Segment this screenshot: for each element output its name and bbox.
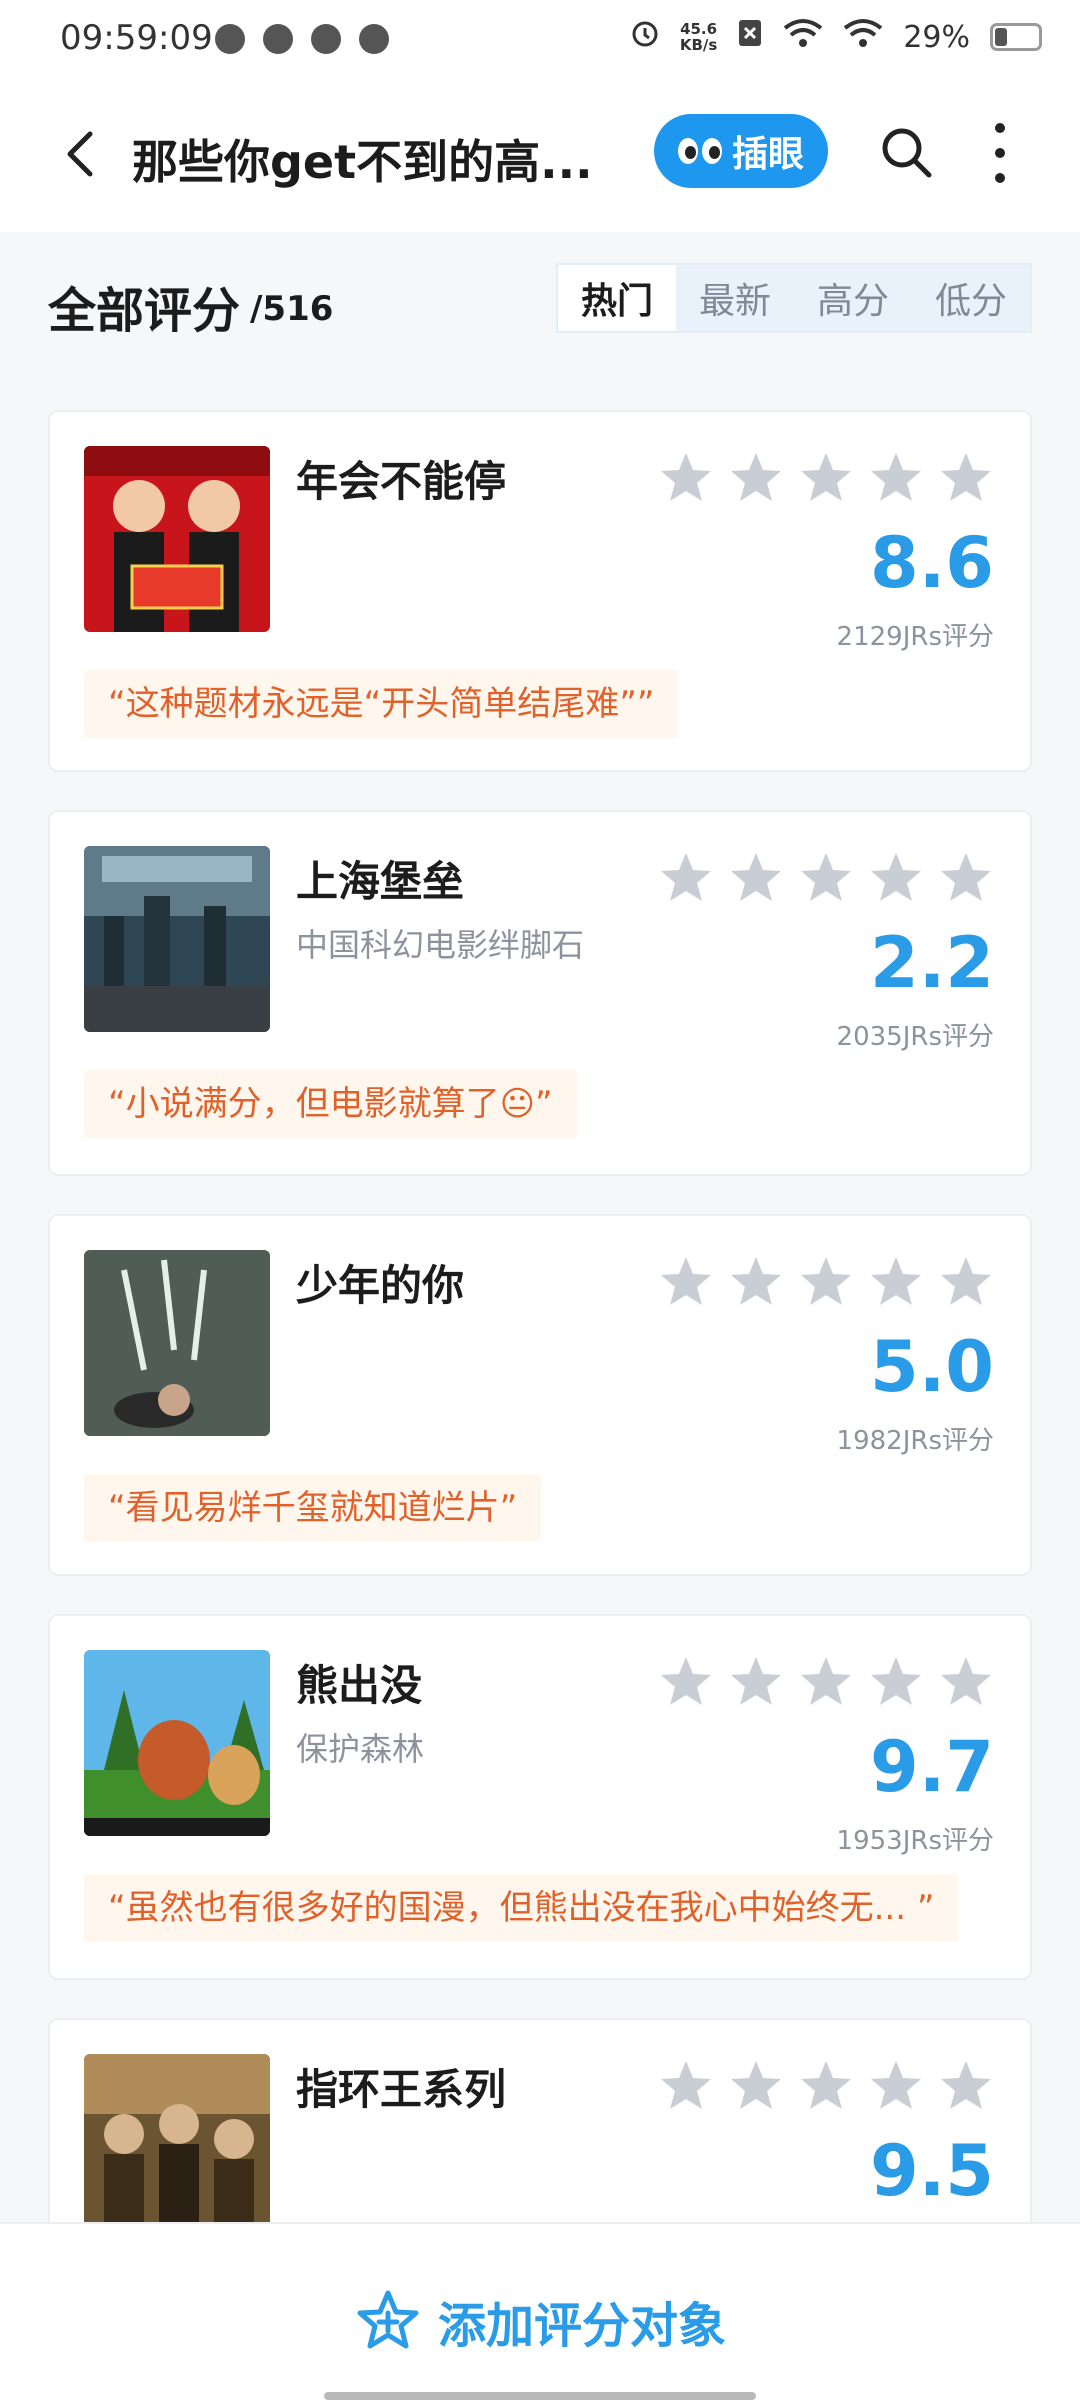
- peek-button[interactable]: 插眼: [654, 114, 828, 188]
- system-icons: 45.6 KB/s 29%: [630, 18, 1042, 56]
- rater-count: 1982JRs评分: [836, 1426, 994, 1456]
- star-rating[interactable]: [658, 450, 994, 506]
- rating-card[interactable]: 年会不能停 8.6 2129JRs评分 “这种题材永远是“开头简单结尾难””: [48, 410, 1032, 772]
- star-icon[interactable]: [798, 850, 854, 906]
- back-icon[interactable]: [52, 124, 112, 184]
- star-rating[interactable]: [658, 1654, 994, 1710]
- app-icon: [311, 24, 341, 54]
- star-icon[interactable]: [868, 2058, 924, 2114]
- rating-card[interactable]: 少年的你 5.0 1982JRs评分 “看见易烊千玺就知道烂片”: [48, 1214, 1032, 1576]
- wifi-icon: [843, 18, 883, 56]
- home-indicator[interactable]: [324, 2392, 756, 2400]
- star-icon[interactable]: [868, 1654, 924, 1710]
- rating-card[interactable]: 上海堡垒 中国科幻电影绊脚石 2.2 2035JRs评分 “小说满分，但电影就算…: [48, 810, 1032, 1176]
- item-title: 指环王系列: [296, 2065, 507, 2114]
- star-icon[interactable]: [938, 850, 994, 906]
- score: 8.6: [869, 522, 994, 604]
- star-icon[interactable]: [798, 450, 854, 506]
- page-title: 那些你get不到的高...: [132, 135, 593, 189]
- sim-off-icon: [737, 18, 763, 56]
- tab-hot[interactable]: 热门: [558, 265, 676, 331]
- star-icon[interactable]: [798, 1654, 854, 1710]
- bottom-action-bar: 添加评分对象: [0, 2222, 1080, 2408]
- star-icon[interactable]: [798, 1254, 854, 1310]
- star-icon[interactable]: [868, 1254, 924, 1310]
- star-rating[interactable]: [658, 850, 994, 906]
- item-title: 熊出没: [296, 1661, 423, 1710]
- star-icon[interactable]: [728, 2058, 784, 2114]
- status-bar: 09:59:09 45.6 KB/s 29%: [0, 0, 1080, 82]
- star-rating[interactable]: [658, 1254, 994, 1310]
- star-icon[interactable]: [658, 1654, 714, 1710]
- star-icon[interactable]: [728, 1654, 784, 1710]
- star-icon[interactable]: [658, 1254, 714, 1310]
- item-subtitle: 中国科幻电影绊脚石: [296, 926, 585, 964]
- star-icon[interactable]: [938, 450, 994, 506]
- star-icon[interactable]: [728, 450, 784, 506]
- play-icon: [263, 24, 293, 54]
- score: 5.0: [869, 1326, 994, 1408]
- alarm-icon: [630, 18, 660, 56]
- rater-count: 1953JRs评分: [836, 1826, 994, 1856]
- top-nav: 那些你get不到的高... 插眼: [0, 82, 1080, 232]
- star-icon[interactable]: [658, 2058, 714, 2114]
- star-icon[interactable]: [728, 850, 784, 906]
- score: 9.5: [869, 2130, 994, 2212]
- item-subtitle: 保护森林: [296, 1730, 425, 1768]
- message-icon: [359, 24, 389, 54]
- section-title: 全部评分: [48, 283, 241, 339]
- star-icon[interactable]: [938, 1654, 994, 1710]
- add-star-icon: [357, 2290, 419, 2349]
- star-icon[interactable]: [938, 2058, 994, 2114]
- poster-image: [84, 846, 270, 1032]
- rater-count: 2035JRs评分: [836, 1022, 994, 1052]
- rating-card[interactable]: 熊出没 保护森林 9.7 1953JRs评分 “虽然也有很多好的国漫，但熊出没在…: [48, 1614, 1032, 1980]
- notification-icons: [215, 24, 389, 54]
- sort-tabs: 热门 最新 高分 低分: [556, 263, 1032, 333]
- rater-count: 2129JRs评分: [836, 622, 994, 652]
- search-icon[interactable]: [876, 122, 936, 182]
- add-rating-target-button[interactable]: 添加评分对象: [356, 2286, 726, 2356]
- top-comment[interactable]: “虽然也有很多好的国漫，但熊出没在我心中始终无... ”: [84, 1874, 959, 1942]
- more-options-icon[interactable]: [990, 120, 1010, 186]
- peek-label: 插眼: [731, 134, 804, 175]
- poster-image: [84, 1650, 270, 1836]
- star-icon[interactable]: [658, 450, 714, 506]
- star-rating[interactable]: [658, 2058, 994, 2114]
- star-icon[interactable]: [868, 850, 924, 906]
- item-title: 上海堡垒: [296, 857, 465, 906]
- item-title: 年会不能停: [296, 457, 507, 506]
- poster-image: [84, 1250, 270, 1436]
- battery-icon: [990, 23, 1042, 51]
- ratings-header: 全部评分 /516 热门 最新 高分 低分: [48, 255, 1032, 345]
- battery-percent: 29%: [903, 19, 970, 55]
- tab-latest[interactable]: 最新: [676, 265, 794, 331]
- poster-image: [84, 446, 270, 632]
- ratings-count: /516: [250, 289, 334, 329]
- star-icon[interactable]: [658, 850, 714, 906]
- tab-low-score[interactable]: 低分: [912, 265, 1030, 331]
- status-time: 09:59:09: [60, 18, 213, 58]
- eyes-icon: [677, 138, 722, 164]
- add-label: 添加评分对象: [438, 2298, 727, 2354]
- tab-high-score[interactable]: 高分: [794, 265, 912, 331]
- net-speed: 45.6 KB/s: [679, 20, 718, 54]
- signal-icon: [783, 18, 823, 56]
- star-icon[interactable]: [868, 450, 924, 506]
- score: 2.2: [869, 922, 994, 1004]
- poster-image: [84, 2054, 270, 2240]
- item-title: 少年的你: [296, 1261, 465, 1310]
- score: 9.7: [869, 1726, 994, 1808]
- star-icon[interactable]: [798, 2058, 854, 2114]
- star-icon[interactable]: [728, 1254, 784, 1310]
- top-comment[interactable]: “看见易烊千玺就知道烂片”: [84, 1474, 542, 1542]
- star-icon[interactable]: [938, 1254, 994, 1310]
- top-comment[interactable]: “小说满分，但电影就算了😐”: [84, 1070, 577, 1138]
- top-comment[interactable]: “这种题材永远是“开头简单结尾难””: [84, 670, 679, 738]
- notification-icon: [215, 24, 245, 54]
